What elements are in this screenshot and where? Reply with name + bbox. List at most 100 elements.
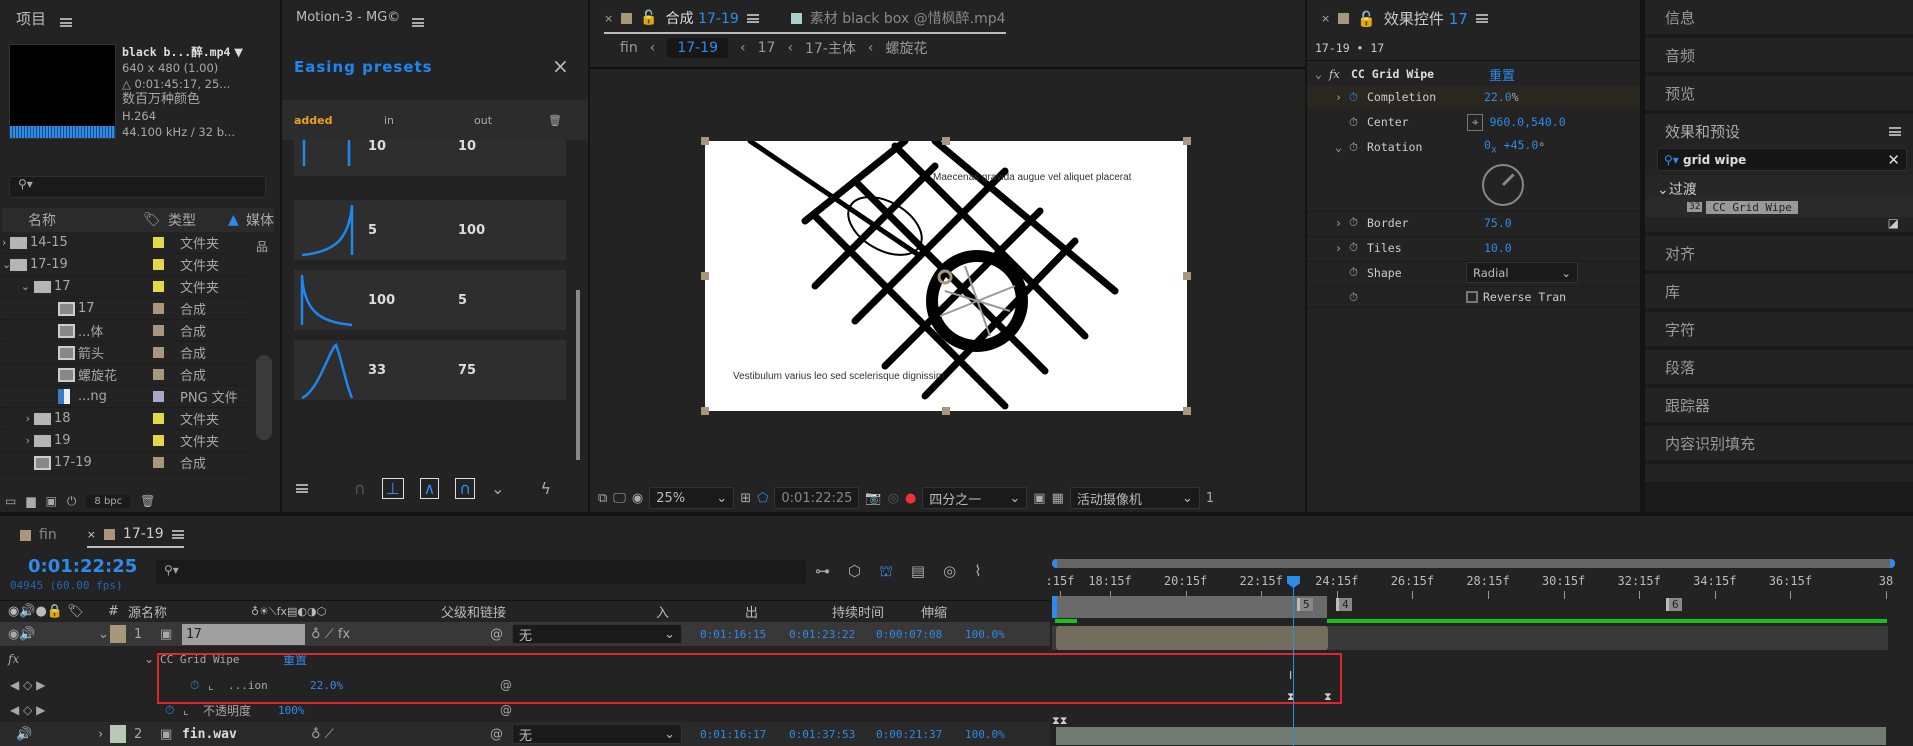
menu-icon[interactable]	[296, 483, 308, 493]
breadcrumb-item[interactable]: 17-主体	[805, 38, 856, 58]
show-snapshot-icon[interactable]: ◎	[888, 491, 899, 506]
panel-menu-icon[interactable]	[171, 529, 184, 539]
clear-search-icon[interactable]: ✕	[1887, 151, 1900, 169]
layer-in[interactable]: 0:01:16:15	[700, 628, 789, 641]
comp-marker[interactable]: 5	[1297, 598, 1313, 611]
playhead[interactable]	[1293, 576, 1294, 746]
project-item[interactable]: ⌄ 17-19 文件夹	[2, 254, 252, 276]
shy-layers-icon[interactable]: ⛫	[879, 562, 893, 582]
pick-whip-icon[interactable]: @	[490, 627, 512, 642]
collapse-effect-icon[interactable]: ⌄	[1315, 67, 1329, 81]
trash-icon[interactable]: 🗑	[548, 114, 562, 127]
close-tab-icon[interactable]: ×	[604, 12, 613, 25]
mask-icon[interactable]: ◉	[632, 491, 643, 506]
label-swatch[interactable]	[153, 369, 164, 380]
draft-3d-icon[interactable]: ⬡	[848, 562, 861, 582]
column-media[interactable]: 媒体	[246, 210, 274, 230]
stopwatch-icon[interactable]: ⏱	[1349, 115, 1367, 130]
ease-both-icon[interactable]: ∧	[419, 477, 440, 499]
graph-editor-icon[interactable]: ⌇	[974, 562, 981, 582]
preset-scrollbar[interactable]	[576, 290, 580, 460]
keyframe-navigator[interactable]: ◀ ◇ ▶	[10, 703, 165, 717]
breadcrumb-item[interactable]: 螺旋花	[886, 38, 928, 58]
transform-handle[interactable]	[701, 137, 709, 145]
border-value[interactable]: 75.0	[1484, 216, 1512, 230]
layer-row[interactable]: ◉🔊 ⌄ 1 ▣ 17 ♁ ⟋ fx @ 无 ⌄ 0:01:16:15 0:01:23:22 0:00…	[0, 622, 1050, 646]
frame-blending-icon[interactable]: ▤	[911, 562, 925, 582]
timeline-tab[interactable]: fin	[20, 526, 57, 548]
panel-tab[interactable]: 字符	[1645, 312, 1913, 350]
transform-handle[interactable]	[1183, 272, 1191, 280]
transparency-grid-icon[interactable]: ▦	[1052, 491, 1064, 506]
layer-switches[interactable]: ♁ ⟋ fx	[305, 627, 490, 642]
panel-tab[interactable]: 信息	[1645, 0, 1913, 38]
snapshot-icon[interactable]: 📷	[865, 491, 881, 506]
bpc-button[interactable]: 8 bpc	[86, 494, 131, 508]
parent-dropdown[interactable]: 无 ⌄	[512, 724, 682, 744]
interpret-footage-icon[interactable]: ▭	[5, 494, 16, 508]
easing-preset[interactable]: 33 75	[294, 340, 566, 400]
effect-reset-link[interactable]: 重置	[1489, 65, 1515, 84]
tiles-value[interactable]: 10.0	[1484, 241, 1512, 255]
project-search-input[interactable]: ⚲▾	[9, 176, 266, 198]
stopwatch-icon[interactable]: ⏱	[1349, 290, 1466, 305]
center-value[interactable]: 960.0,540.0	[1489, 115, 1565, 129]
ease-smooth-icon[interactable]: ∩	[455, 477, 476, 499]
crosshair-icon[interactable]: ⌖	[1467, 113, 1484, 131]
pick-whip-icon[interactable]: @	[490, 727, 512, 742]
project-item[interactable]: ⌄ 17 文件夹	[2, 276, 252, 298]
effect-result-item[interactable]: 32 CC Grid Wipe	[1645, 197, 1913, 217]
column-type[interactable]: 类型	[168, 210, 228, 230]
dropdown-arrow-icon[interactable]: ▼	[234, 45, 243, 59]
region-of-interest-icon[interactable]: ▣	[1033, 491, 1045, 506]
panel-menu-icon[interactable]	[1889, 126, 1901, 136]
panel-tab[interactable]: 库	[1645, 274, 1913, 312]
col-source-name[interactable]: 源名称	[128, 602, 251, 621]
keyframe[interactable]: ⧗	[1324, 690, 1332, 704]
panel-menu-icon[interactable]	[60, 18, 72, 27]
close-icon[interactable]: ×	[552, 54, 569, 78]
layer-bar-fin-wav[interactable]	[1056, 727, 1886, 745]
project-item[interactable]: 17-19 合成	[2, 452, 252, 474]
project-item[interactable]: ...ng PNG 文件	[2, 386, 252, 408]
label-swatch[interactable]	[153, 413, 164, 424]
transform-handle[interactable]	[701, 272, 709, 280]
easing-preset[interactable]: 5 100	[294, 200, 566, 260]
resolution-dropdown[interactable]: 四分之一 ⌄	[922, 487, 1028, 509]
layer-stretch[interactable]: 100.0%	[965, 628, 1005, 641]
footage-tab[interactable]: 素材 black box @惜枫醉.mp4	[810, 8, 1006, 28]
easing-preset[interactable]: 100 5	[294, 270, 566, 330]
panel-menu-icon[interactable]	[746, 13, 759, 23]
project-item[interactable]: › 18 文件夹	[2, 408, 252, 430]
pick-whip-icon[interactable]: @	[500, 703, 512, 717]
panel-menu-icon[interactable]	[412, 18, 424, 27]
completion-value[interactable]: 22.0	[1484, 90, 1512, 104]
transform-handle[interactable]	[1183, 137, 1191, 145]
category-transition[interactable]: ⌄过渡	[1645, 175, 1913, 198]
stopwatch-icon[interactable]: ⏱	[1349, 240, 1367, 255]
parent-dropdown[interactable]: 无 ⌄	[512, 624, 682, 644]
shape-dropdown[interactable]: Radial ⌄	[1466, 262, 1578, 283]
stopwatch-icon[interactable]: ⏱	[1349, 215, 1367, 230]
layer-stretch[interactable]: 100.0%	[965, 728, 1005, 741]
breadcrumb-item[interactable]: fin	[620, 40, 638, 56]
layer-name[interactable]: 17	[182, 623, 305, 645]
panel-tab[interactable]: 预览	[1645, 76, 1913, 114]
timeline-tab[interactable]: × 17-19	[86, 526, 184, 548]
label-swatch[interactable]	[110, 725, 126, 743]
color-channel-icon[interactable]: ●	[905, 491, 916, 506]
graph-icon[interactable]: ⌞	[183, 703, 203, 717]
mask-path-icon[interactable]: ⬠	[757, 491, 768, 506]
label-swatch[interactable]	[153, 347, 164, 358]
project-item[interactable]: › 19 文件夹	[2, 430, 252, 452]
reverse-checkbox[interactable]	[1466, 291, 1478, 303]
label-swatch[interactable]	[153, 303, 164, 314]
panel-tab[interactable]: 内容识别填充	[1645, 426, 1913, 464]
project-item[interactable]: › 14-15 文件夹	[2, 232, 252, 254]
project-scrollbar[interactable]	[256, 355, 272, 440]
safe-area-icon[interactable]: ⊞	[740, 491, 751, 506]
work-area-bar[interactable]	[1052, 596, 1327, 618]
preview-icon[interactable]: ⧉	[598, 491, 607, 506]
current-timecode[interactable]: 0:01:22:25	[28, 556, 137, 577]
transform-handle[interactable]	[942, 407, 950, 415]
